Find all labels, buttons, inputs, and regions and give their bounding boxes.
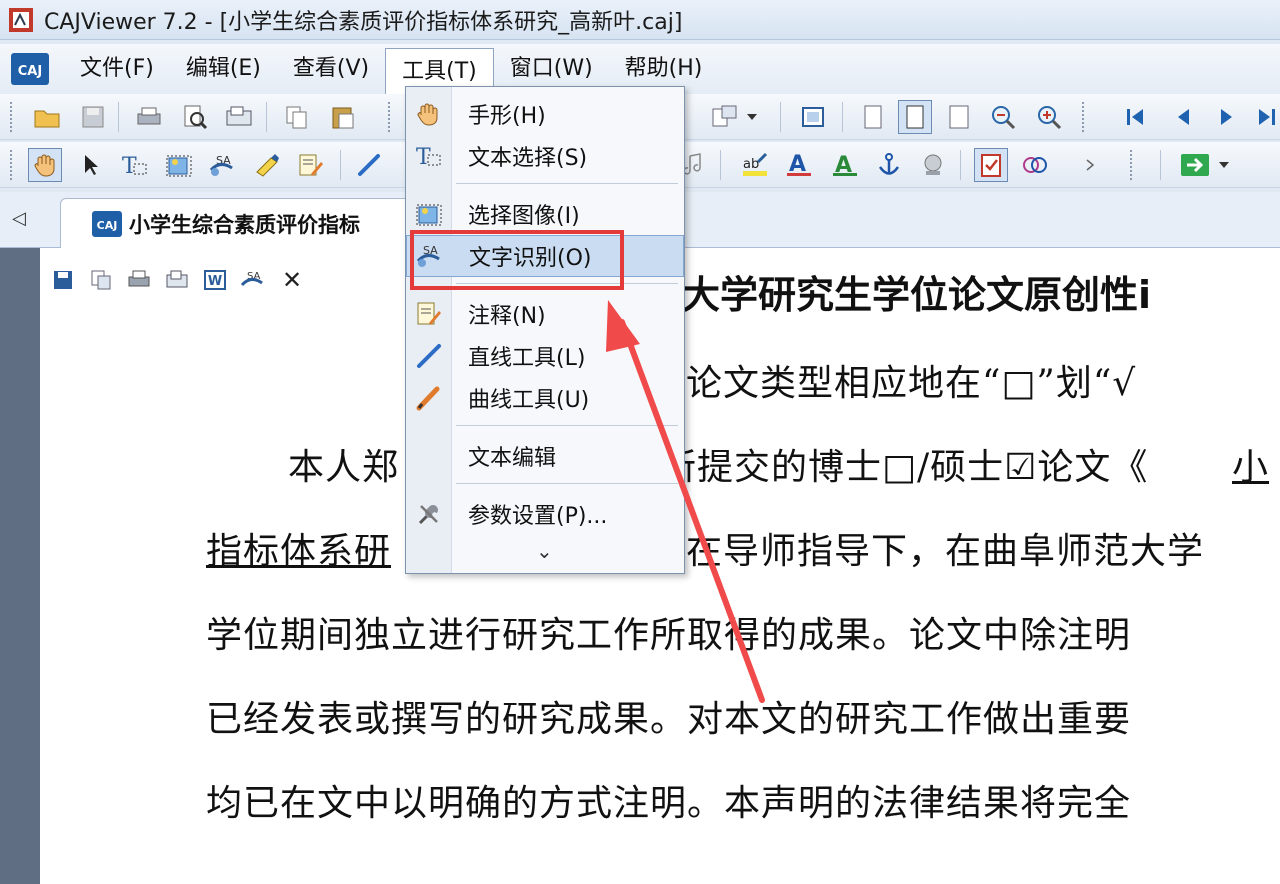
annotation-arrow-icon xyxy=(606,300,765,703)
